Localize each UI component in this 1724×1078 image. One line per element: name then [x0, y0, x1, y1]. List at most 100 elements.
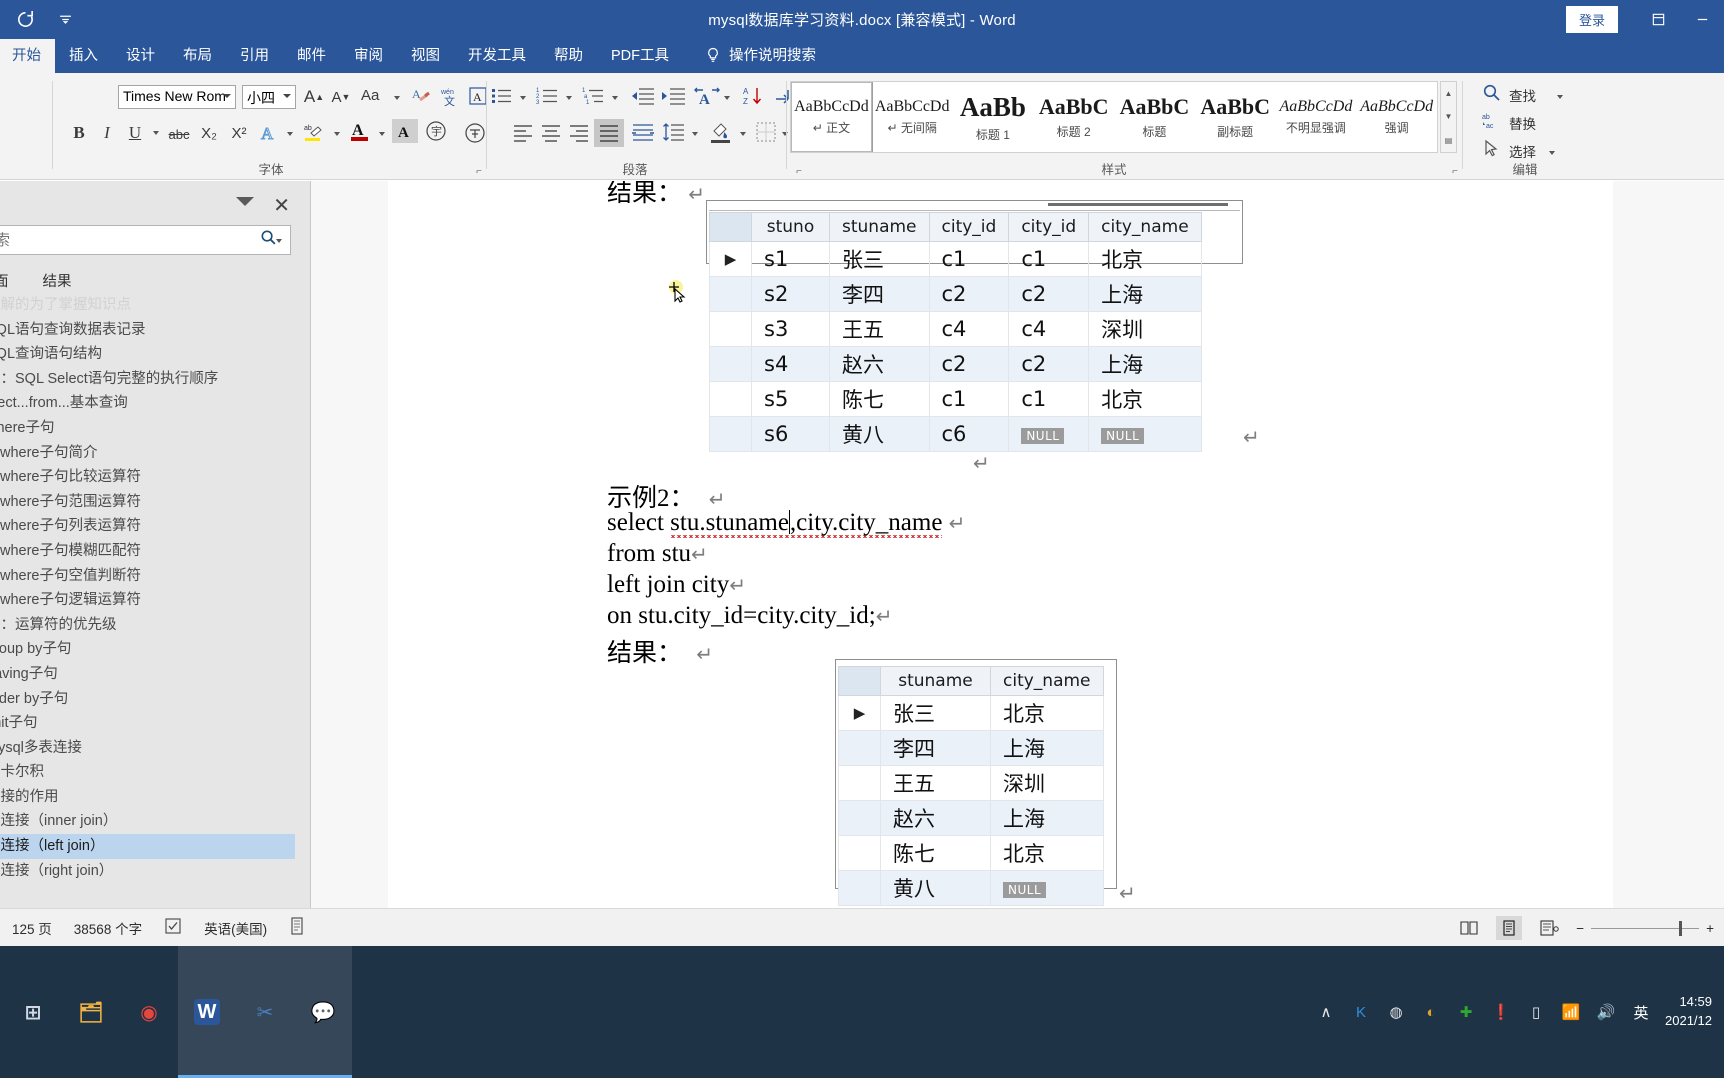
grid-cell[interactable]: 北京 — [1088, 241, 1202, 277]
zoom-slider[interactable]: − + — [1576, 920, 1714, 936]
decrease-indent-icon[interactable] — [630, 85, 656, 107]
tab-shitu[interactable]: 视图 — [397, 39, 454, 73]
show-hidden-icons[interactable]: ∧ — [1315, 1001, 1337, 1023]
styles-dialog-launcher[interactable]: ⌐ — [1452, 166, 1458, 177]
navigation-heading-list[interactable]: 理解的为了掌握知识点SQL语句查询数据表记录SQL查询语句结构展：SQL Sel… — [0, 293, 295, 908]
numbered-list-icon[interactable]: 123 — [535, 85, 561, 107]
nav-item-8[interactable]: where子句范围运算符 — [0, 490, 295, 515]
chevron-down-icon[interactable] — [1549, 150, 1555, 155]
font-size-combo[interactable]: 小四 — [242, 85, 296, 109]
nav-item-14[interactable]: group by子句 — [0, 637, 295, 662]
chevron-down-icon[interactable] — [223, 94, 231, 98]
chevron-down-icon[interactable] — [394, 96, 400, 100]
nav-item-11[interactable]: where子句空值判断符 — [0, 564, 295, 589]
italic-button[interactable]: I — [94, 121, 120, 145]
grid-cell[interactable]: 黄八 — [829, 416, 930, 452]
taskbar-google-chrome[interactable]: ◉ — [120, 946, 178, 1078]
tab-kaishi[interactable]: 开始 — [0, 39, 55, 73]
chevron-down-icon[interactable] — [740, 132, 746, 136]
battery-icon[interactable]: ▯ — [1525, 1001, 1547, 1023]
tab-shenyue[interactable]: 审阅 — [340, 39, 397, 73]
enclose-characters-icon[interactable]: 宇 — [424, 119, 448, 143]
network-icon[interactable]: 📶 — [1560, 1001, 1582, 1023]
tray-icon-4[interactable]: ✚ — [1455, 1001, 1477, 1023]
taskbar-clock[interactable]: 14:59 2021/12 — [1665, 993, 1712, 1031]
shading-icon[interactable] — [708, 119, 734, 145]
grid-column-header[interactable]: city_id — [928, 212, 1010, 242]
table-row[interactable]: 陈七 北京 — [838, 835, 1104, 871]
result-grid-1[interactable]: stuno stuname city_id city_id city_name ▶ s1 张三… — [709, 212, 1202, 452]
grid-cell[interactable]: 上海 — [1088, 346, 1202, 382]
close-icon[interactable]: ✕ — [273, 193, 290, 218]
tab-youjian[interactable]: 邮件 — [283, 39, 340, 73]
increase-indent-icon[interactable] — [661, 85, 687, 107]
text-highlight-icon[interactable]: ab — [301, 119, 327, 145]
grow-font-button[interactable]: A ▲ — [301, 85, 327, 109]
style-item-4[interactable]: AaBbC 标题 — [1114, 82, 1195, 152]
volume-icon[interactable]: 🔊 — [1595, 1001, 1617, 1023]
grid-cell[interactable]: 上海 — [990, 730, 1104, 766]
font-dialog-launcher[interactable]: ⌐ — [476, 166, 482, 177]
grid-cell[interactable]: 深圳 — [990, 765, 1104, 801]
bold-button[interactable]: B — [66, 121, 92, 145]
table-row[interactable]: 黄八 NULL — [838, 870, 1104, 906]
clear-formatting-icon[interactable]: A — [411, 85, 433, 107]
tray-icon-2[interactable]: ◍ — [1385, 1001, 1407, 1023]
word-count[interactable]: 38568 个字 — [74, 918, 142, 938]
chevron-down-icon[interactable] — [782, 132, 788, 136]
chevron-down-icon[interactable] — [236, 197, 254, 206]
grid-cell[interactable]: 李四 — [880, 730, 991, 766]
superscript-button[interactable]: X² — [226, 121, 252, 145]
grid-cell[interactable]: c4 — [1008, 311, 1090, 347]
taskbar-file-explorer[interactable]: 🗂 — [62, 946, 120, 1078]
grid-cell[interactable]: s2 — [751, 276, 830, 312]
grid-cell[interactable]: s5 — [751, 381, 830, 417]
grid-cell[interactable]: 黄八 — [880, 870, 991, 906]
nav-item-5[interactable]: where子句 — [0, 416, 295, 441]
nav-item-21[interactable]: 内连接（inner join） — [0, 809, 295, 834]
navigation-search-box[interactable] — [0, 225, 291, 255]
zoom-out-button[interactable]: − — [1576, 921, 1584, 936]
grid-cell[interactable]: 北京 — [990, 835, 1104, 871]
style-item-5[interactable]: AaBbC 副标题 — [1195, 82, 1276, 152]
accessibility-icon[interactable] — [289, 917, 305, 938]
grid-cell[interactable]: 王五 — [829, 311, 930, 347]
change-case-button[interactable]: Aa — [361, 87, 379, 104]
grid-cell[interactable]: 李四 — [829, 276, 930, 312]
grid-row-marker[interactable] — [709, 346, 752, 382]
grid-cell[interactable]: NULL — [990, 870, 1104, 906]
subscript-button[interactable]: X₂ — [196, 121, 222, 145]
underline-button[interactable]: U — [122, 121, 148, 145]
grid-cell[interactable]: 赵六 — [829, 346, 930, 382]
grid-column-header[interactable]: city_id — [1008, 212, 1090, 242]
table-row[interactable]: s5 陈七 c1 c1 北京 — [709, 381, 1202, 417]
nav-item-16[interactable]: order by子句 — [0, 687, 295, 712]
align-right-icon[interactable] — [566, 121, 592, 145]
scroll-up-icon[interactable]: ▲ — [1441, 82, 1456, 105]
asian-layout-icon[interactable]: A — [694, 85, 720, 107]
zoom-handle[interactable] — [1679, 920, 1683, 936]
tab-bangzhu[interactable]: 帮助 — [540, 39, 597, 73]
grid-cell[interactable]: 王五 — [880, 765, 991, 801]
borders-icon[interactable] — [754, 120, 778, 144]
nav-item-6[interactable]: where子句简介 — [0, 441, 295, 466]
grid-cell[interactable]: s4 — [751, 346, 830, 382]
tab-yinyong[interactable]: 引用 — [226, 39, 283, 73]
grid-cell[interactable]: 北京 — [990, 695, 1104, 731]
chevron-down-icon[interactable] — [153, 131, 159, 135]
table-row[interactable]: s3 王五 c4 c4 深圳 — [709, 311, 1202, 347]
nav-item-23[interactable]: 右连接（right join） — [0, 859, 295, 884]
style-item-3[interactable]: AaBbC 标题 2 — [1033, 82, 1114, 152]
taskbar-snipping-tool[interactable]: ✂ — [236, 946, 294, 1078]
tab-sheji[interactable]: 设计 — [112, 39, 169, 73]
grid-column-header[interactable]: stuname — [880, 666, 991, 696]
chevron-down-icon[interactable] — [520, 96, 526, 100]
character-shading-icon[interactable]: A — [392, 119, 418, 143]
tell-me-box[interactable]: 操作说明搜索 — [683, 39, 830, 73]
strikethrough-button[interactable]: abc — [166, 122, 192, 146]
grid-row-marker[interactable] — [838, 730, 881, 766]
grid-row-marker[interactable] — [838, 765, 881, 801]
font-name-combo[interactable]: Times New Rom — [118, 85, 236, 109]
result-grid-2[interactable]: stuname city_name ▶ 张三 北京 李四 上海 王五 深圳 赵六 上海 陈七北… — [838, 666, 1104, 906]
grid-cell[interactable]: c1 — [928, 381, 1010, 417]
